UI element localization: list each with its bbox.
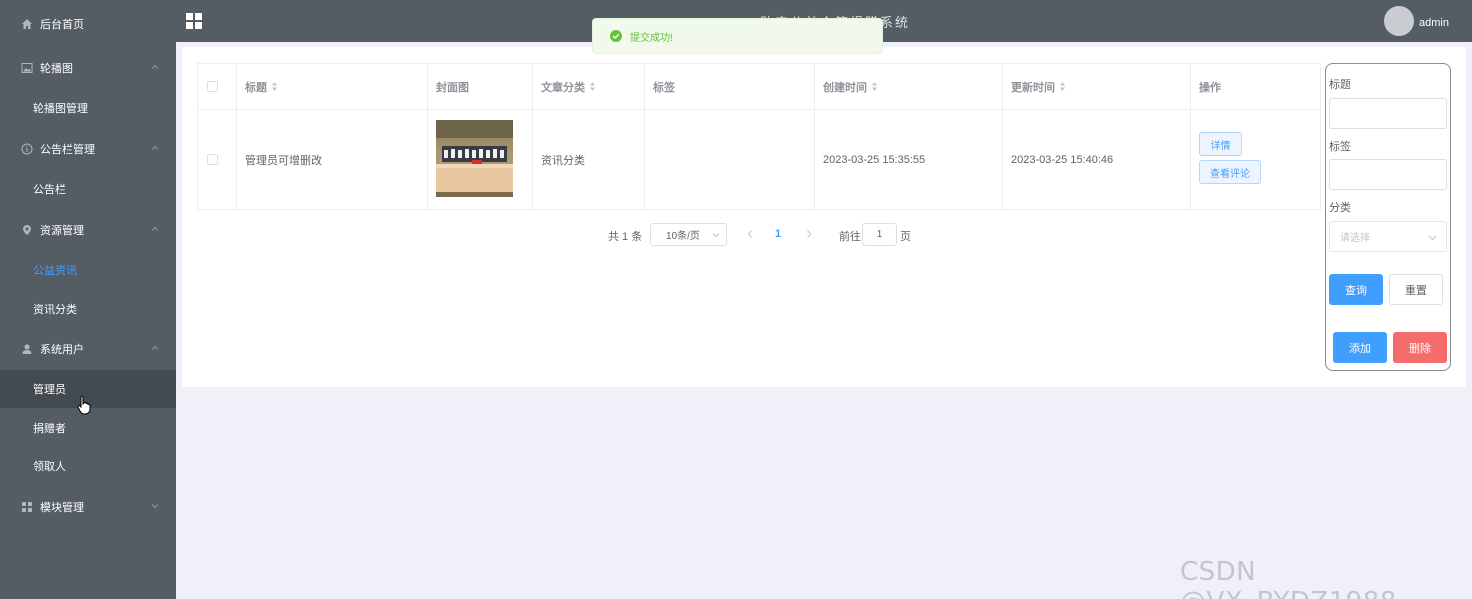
sidebar-item-label: 管理员 <box>33 384 66 396</box>
select-all-checkbox[interactable] <box>207 64 218 109</box>
sidebar-item-news-category[interactable]: 资讯分类 <box>0 290 176 328</box>
sort-icon[interactable] <box>871 81 878 92</box>
column-divider <box>814 64 815 209</box>
category-select[interactable]: 请选择 <box>1329 221 1447 252</box>
page-number[interactable]: 1 <box>775 228 781 240</box>
column-header-actions: 操作 <box>1199 81 1221 94</box>
sidebar-item-notice[interactable]: 公告栏管理 <box>0 129 176 169</box>
sidebar-item-label: 后台首页 <box>40 19 84 31</box>
data-table: 标题 封面图 文章分类 标签 创建时间 更新时间 操作 管理员可增删改 资讯分类… <box>197 63 1321 210</box>
sidebar-item-label: 模块管理 <box>40 502 84 514</box>
watermark: CSDN @VX_BYDZ1988 <box>1180 557 1396 599</box>
sort-icon[interactable] <box>589 81 596 92</box>
cell-title: 管理员可增删改 <box>245 154 322 167</box>
sort-icon[interactable] <box>271 81 278 92</box>
sidebar: 后台首页 轮播图 轮播图管理 公告栏管理 公告栏 资源管理 公益资讯 资讯分类 … <box>0 0 176 599</box>
column-divider <box>1190 64 1191 209</box>
sort-icon[interactable] <box>1059 81 1066 92</box>
view-comments-button[interactable]: 查看评论 <box>1199 160 1261 184</box>
title-input[interactable] <box>1329 98 1447 129</box>
query-button[interactable]: 查询 <box>1329 274 1383 305</box>
sidebar-item-label: 轮播图管理 <box>33 103 88 115</box>
sidebar-item-label: 轮播图 <box>40 63 73 75</box>
detail-button[interactable]: 详情 <box>1199 132 1242 156</box>
column-divider <box>427 64 428 209</box>
sidebar-item-label: 公告栏管理 <box>40 144 95 156</box>
reset-button[interactable]: 重置 <box>1389 274 1443 305</box>
sidebar-item-label: 系统用户 <box>40 344 84 356</box>
sidebar-item-carousel-manage[interactable]: 轮播图管理 <box>0 89 176 127</box>
title-label: 标题 <box>1329 79 1351 91</box>
user-icon <box>21 343 33 355</box>
column-header-tags: 标签 <box>653 81 675 94</box>
column-header-updated[interactable]: 更新时间 <box>1011 64 1066 109</box>
sidebar-item-label: 捐赠者 <box>33 423 66 435</box>
location-icon <box>21 224 33 236</box>
column-header-created[interactable]: 创建时间 <box>823 64 878 109</box>
tag-input[interactable] <box>1329 159 1447 190</box>
sidebar-item-carousel[interactable]: 轮播图 <box>0 48 176 88</box>
goto-page-input[interactable]: 1 <box>862 223 897 246</box>
cover-image <box>436 120 513 197</box>
toast-message: 提交成功! <box>630 32 673 44</box>
sidebar-item-system-users[interactable]: 系统用户 <box>0 329 176 369</box>
header-divider <box>198 109 1320 110</box>
chevron-down-icon <box>151 504 159 509</box>
username[interactable]: admin <box>1419 17 1449 29</box>
sidebar-item-recipient[interactable]: 领取人 <box>0 447 176 485</box>
sidebar-item-label: 公告栏 <box>33 184 66 196</box>
column-divider <box>644 64 645 209</box>
sidebar-item-label: 公益资讯 <box>33 265 77 277</box>
home-icon <box>21 18 33 30</box>
grid-icon <box>21 501 33 513</box>
cell-category: 资讯分类 <box>541 154 585 167</box>
delete-button[interactable]: 删除 <box>1393 332 1447 363</box>
row-checkbox[interactable] <box>207 110 218 209</box>
sidebar-item-notice-board[interactable]: 公告栏 <box>0 170 176 208</box>
avatar[interactable] <box>1384 6 1414 36</box>
success-toast: 提交成功! <box>592 18 883 54</box>
sidebar-item-charity-news[interactable]: 公益资讯 <box>0 251 176 289</box>
sidebar-item-label: 领取人 <box>33 461 66 473</box>
chevron-up-icon <box>151 345 159 350</box>
pagination-total: 共 1 条 <box>608 231 643 243</box>
column-divider <box>532 64 533 209</box>
check-circle-icon <box>610 30 622 42</box>
column-divider <box>236 64 237 209</box>
picture-icon <box>21 62 33 74</box>
info-icon <box>21 143 33 155</box>
column-header-cover: 封面图 <box>436 81 469 94</box>
sidebar-item-home[interactable]: 后台首页 <box>0 4 176 44</box>
chevron-down-icon <box>712 233 720 238</box>
chevron-up-icon <box>151 64 159 69</box>
tag-label: 标签 <box>1329 141 1351 153</box>
sidebar-item-label: 资源管理 <box>40 225 84 237</box>
prev-page-icon[interactable] <box>746 229 754 239</box>
cell-created: 2023-03-25 15:35:55 <box>823 153 926 166</box>
column-header-category[interactable]: 文章分类 <box>541 64 596 109</box>
category-label: 分类 <box>1329 202 1351 214</box>
cell-updated: 2023-03-25 15:40:46 <box>1011 153 1114 166</box>
column-header-title[interactable]: 标题 <box>245 64 278 109</box>
goto-label: 前往 <box>839 231 861 243</box>
menu-grid-icon[interactable] <box>186 13 203 29</box>
page-suffix: 页 <box>900 231 911 243</box>
chevron-up-icon <box>151 145 159 150</box>
cell-cover <box>198 110 513 209</box>
sidebar-item-resources[interactable]: 资源管理 <box>0 210 176 250</box>
chevron-down-icon <box>1428 235 1437 241</box>
hand-cursor-icon <box>77 395 91 415</box>
column-divider <box>1002 64 1003 209</box>
sidebar-item-label: 资讯分类 <box>33 304 77 316</box>
next-page-icon[interactable] <box>805 229 813 239</box>
sidebar-item-modules[interactable]: 模块管理 <box>0 487 176 527</box>
page-size-select[interactable]: 10条/页 <box>650 223 727 246</box>
chevron-up-icon <box>151 226 159 231</box>
add-button[interactable]: 添加 <box>1333 332 1387 363</box>
